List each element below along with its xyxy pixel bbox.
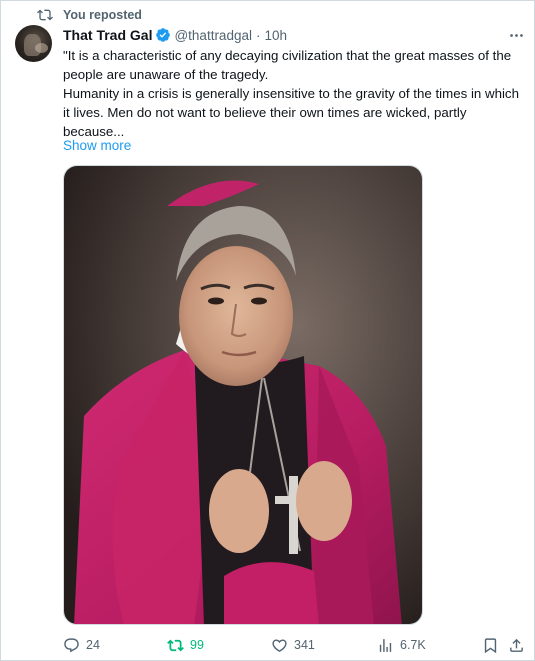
tweet-header: That Trad Gal @thattradgal · 10h bbox=[63, 26, 287, 44]
tweet-text-line-2: Humanity in a crisis is generally insens… bbox=[63, 86, 519, 139]
like-button[interactable]: 341 bbox=[271, 635, 315, 655]
author-name[interactable]: That Trad Gal bbox=[63, 27, 152, 43]
bookmark-button[interactable] bbox=[482, 635, 499, 655]
more-options-icon bbox=[509, 33, 523, 37]
post-time[interactable]: 10h bbox=[264, 28, 287, 43]
views-icon bbox=[379, 638, 392, 652]
more-options-button[interactable] bbox=[506, 25, 526, 45]
like-count: 341 bbox=[294, 638, 315, 652]
reply-count: 24 bbox=[86, 638, 100, 652]
reply-icon bbox=[64, 637, 79, 652]
separator-dot: · bbox=[255, 27, 261, 43]
like-icon bbox=[272, 638, 287, 652]
retweet-button[interactable]: 99 bbox=[167, 635, 204, 655]
repost-icon bbox=[37, 9, 53, 21]
author-handle[interactable]: @thattradgal bbox=[174, 28, 252, 43]
repost-banner: You reposted bbox=[37, 7, 142, 23]
views-count: 6.7K bbox=[400, 638, 426, 652]
verified-badge-icon[interactable] bbox=[155, 27, 171, 43]
bookmark-icon bbox=[484, 637, 497, 653]
tweet-text-line-1: "It is a characteristic of any decaying … bbox=[63, 48, 512, 82]
repost-banner-text: You reposted bbox=[63, 8, 142, 22]
tweet-card[interactable]: You reposted That Trad Gal @thattradgal … bbox=[0, 0, 535, 661]
share-icon bbox=[510, 638, 523, 652]
views-button[interactable]: 6.7K bbox=[377, 635, 426, 655]
tweet-text: "It is a characteristic of any decaying … bbox=[63, 46, 523, 141]
retweet-icon bbox=[167, 639, 184, 651]
reply-button[interactable]: 24 bbox=[63, 635, 100, 655]
show-more-link[interactable]: Show more bbox=[63, 136, 131, 155]
avatar[interactable] bbox=[15, 25, 52, 62]
retweet-count: 99 bbox=[190, 638, 204, 652]
share-button[interactable] bbox=[508, 635, 525, 655]
tweet-photo[interactable] bbox=[63, 165, 423, 625]
action-bar: 24 99 341 6.7K bbox=[1, 631, 535, 659]
portrait-photo bbox=[64, 166, 422, 624]
